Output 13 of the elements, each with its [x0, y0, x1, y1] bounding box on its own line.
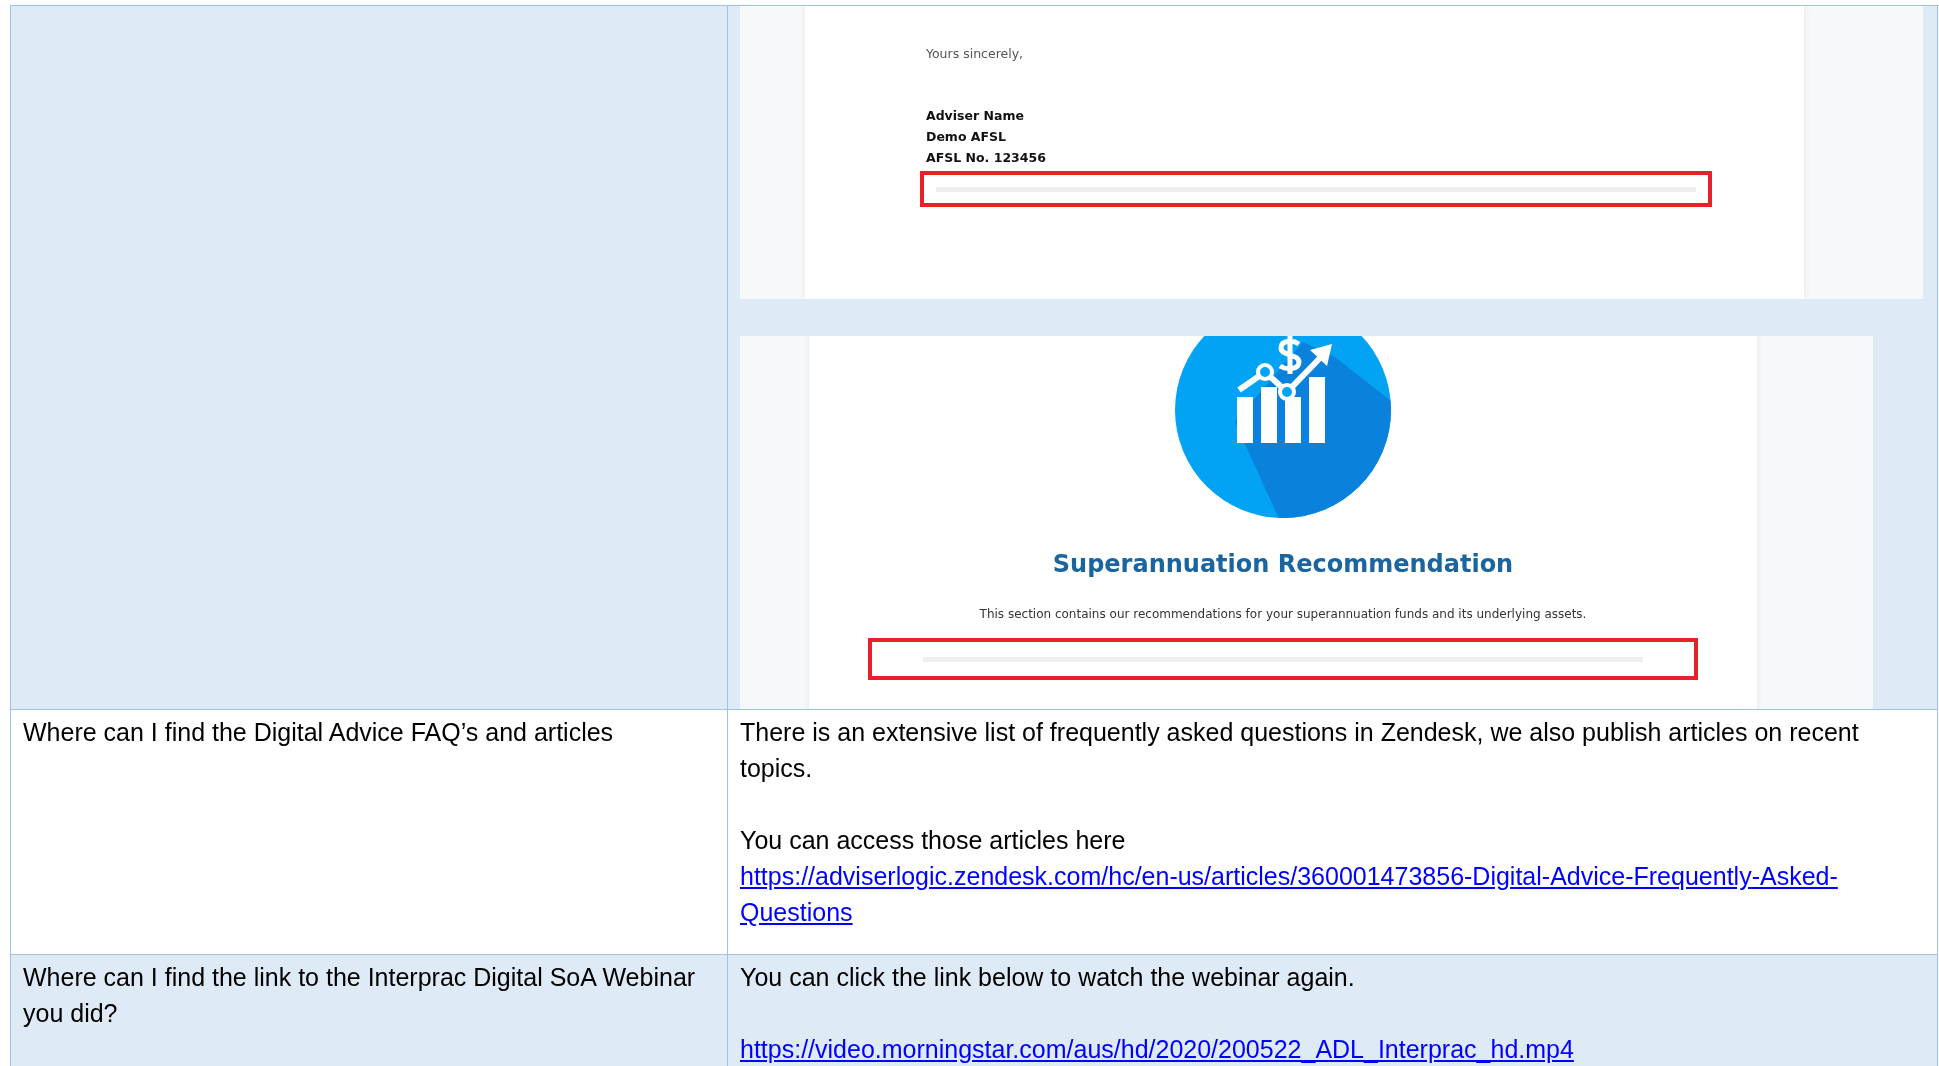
question-text: Where can I find the link to the Interprac Digital SoA Webinar you did?: [23, 962, 697, 1029]
letter-closing: Yours sincerely,: [926, 45, 1025, 63]
url-link[interactable]: https://adviserlogic.zendesk.com/hc/en-us/articles/360001473856-Digital-Advice-Frequently-Asked-Questions: [740, 858, 1925, 930]
section-description: This section contains our recommendations for your superannuation funds and its underlying assets.: [979, 606, 1587, 623]
answer-text: You can click the link below to watch the webinar again.: [740, 962, 1356, 993]
url-link[interactable]: https://video.morningstar.com/aus/hd/2020/200522_ADL_Interprac_hd.mp4: [740, 1031, 1925, 1066]
signature-line: AFSL No. 123456: [926, 149, 1047, 167]
answer-text: You can access those articles here: [740, 825, 1127, 856]
signature-line: Demo AFSL: [926, 128, 1007, 146]
answer-text: There is an extensive list of frequently asked questions in Zendesk, we also publish articles on recent topics.: [740, 717, 1860, 784]
question-text: Where can I find the Digital Advice FAQ’s and articles: [23, 717, 615, 748]
signature-line: Adviser Name: [926, 107, 1025, 125]
section-title: Superannuation Recommendation: [1052, 549, 1514, 580]
